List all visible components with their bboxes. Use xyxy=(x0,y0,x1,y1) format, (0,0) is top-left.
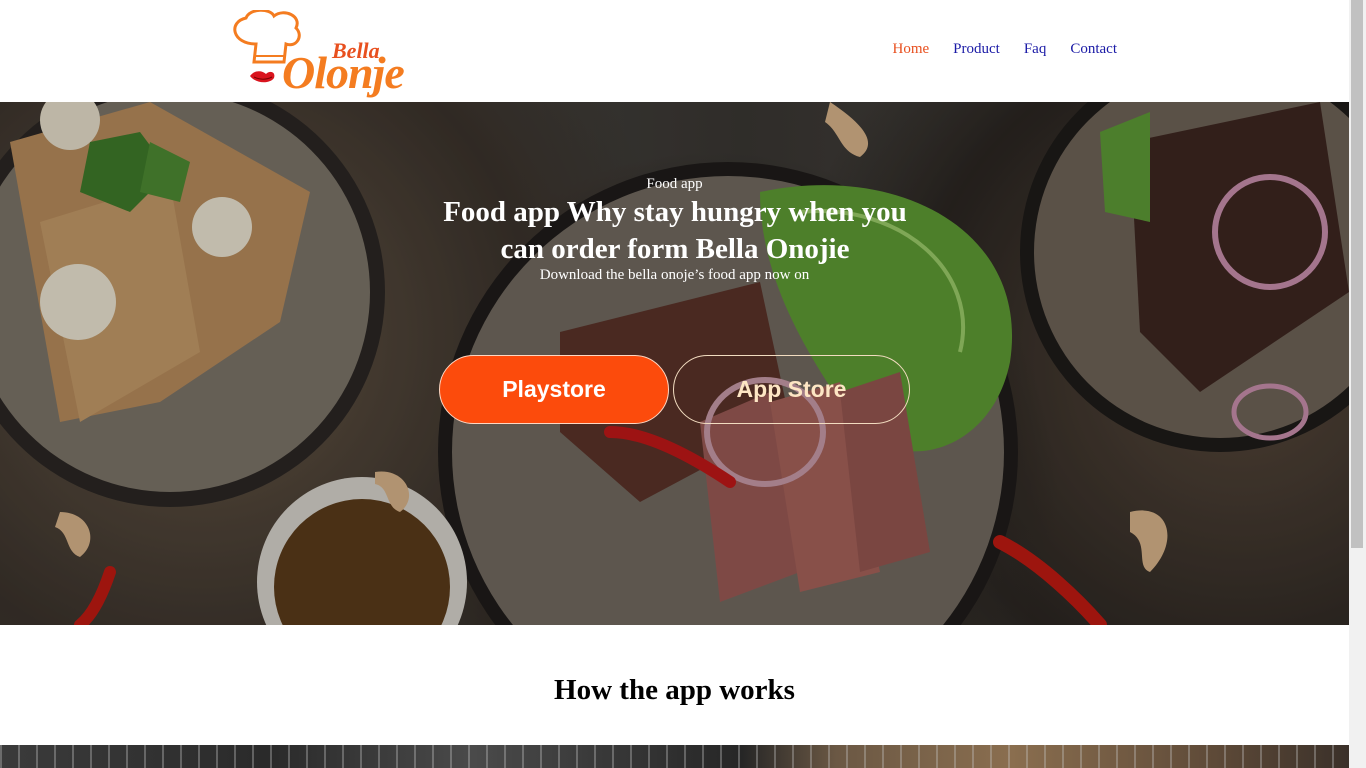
grill-texture xyxy=(0,745,1349,768)
nav-contact-link[interactable]: Contact xyxy=(1070,41,1117,58)
how-it-works-heading: How the app works xyxy=(554,674,795,706)
scrollbar-thumb[interactable] xyxy=(1351,0,1363,548)
vertical-scrollbar[interactable] xyxy=(1349,0,1366,768)
page: Bella Olonje Home Product Faq Contact Fo… xyxy=(0,0,1349,768)
site-header: Bella Olonje Home Product Faq Contact xyxy=(0,0,1349,102)
hero-title: Food app Why stay hungry when you can or… xyxy=(443,196,907,265)
playstore-button[interactable]: Playstore xyxy=(439,355,669,424)
logo-olonje-text: Olonje xyxy=(282,47,405,98)
hero-section: Food app Food app Why stay hungry when y… xyxy=(0,102,1349,625)
hero-subtitle: Download the bella onoje’s food app now … xyxy=(539,267,810,283)
hero-eyebrow: Food app xyxy=(646,176,703,192)
main-nav: Home Product Faq Contact xyxy=(893,41,1118,58)
nav-faq-link[interactable]: Faq xyxy=(1024,41,1047,58)
logo[interactable]: Bella Olonje xyxy=(226,10,411,100)
how-it-works-image xyxy=(0,745,1349,768)
app-store-button[interactable]: App Store xyxy=(673,355,910,424)
nav-product-link[interactable]: Product xyxy=(953,41,1000,58)
nav-home-link[interactable]: Home xyxy=(893,41,930,58)
